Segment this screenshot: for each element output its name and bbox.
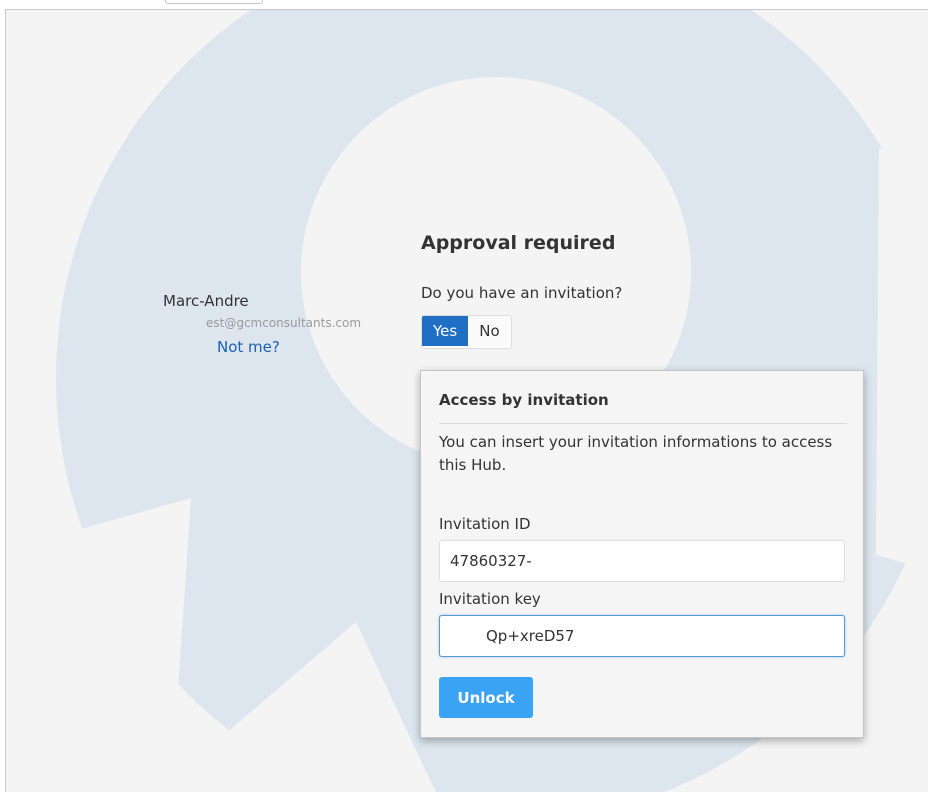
yes-button[interactable]: Yes	[422, 316, 469, 346]
invitation-key-label: Invitation key	[439, 590, 541, 608]
unlock-button[interactable]: Unlock	[439, 677, 533, 718]
popover-divider	[439, 423, 847, 424]
invitation-id-input[interactable]	[439, 540, 845, 582]
popover-description: You can insert your invitation informati…	[439, 433, 833, 474]
yes-no-toggle: Yes No	[421, 315, 512, 349]
invitation-question: Do you have an invitation?	[421, 284, 623, 302]
page-title: Approval required	[421, 232, 616, 254]
not-me-link[interactable]: Not me?	[217, 338, 280, 356]
popover-title: Access by invitation	[439, 391, 609, 409]
top-toolbar-button[interactable]	[165, 0, 263, 4]
user-name: Marc-Andre	[163, 292, 249, 310]
top-strip	[0, 0, 928, 9]
invitation-id-label: Invitation ID	[439, 515, 531, 533]
user-email: est@gcmconsultants.com	[206, 316, 362, 330]
no-button[interactable]: No	[468, 316, 511, 346]
invitation-key-input[interactable]	[439, 615, 845, 657]
invitation-popover: Access by invitation You can insert your…	[420, 370, 864, 738]
